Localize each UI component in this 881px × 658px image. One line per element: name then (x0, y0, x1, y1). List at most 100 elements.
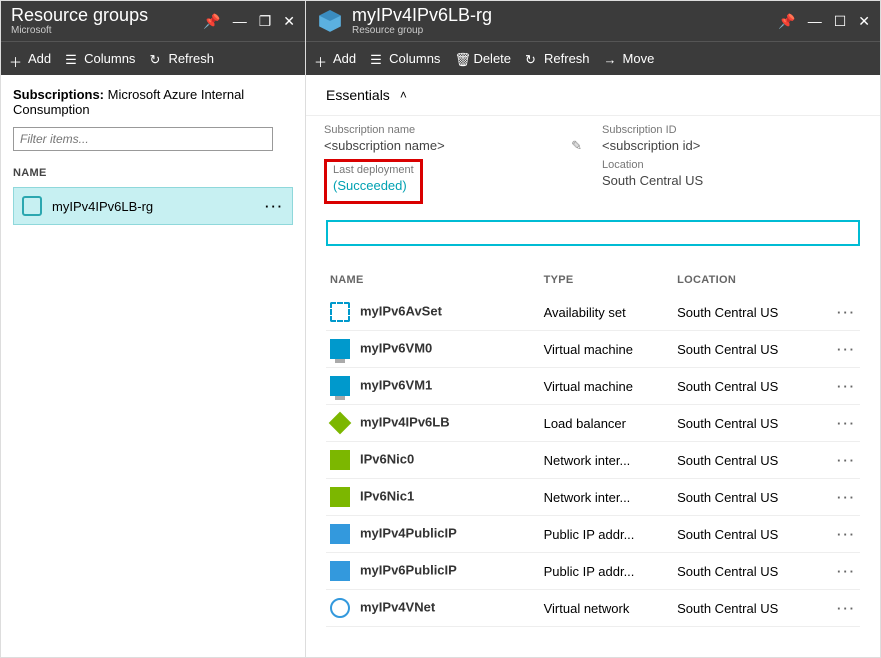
resource-location: South Central US (673, 479, 807, 516)
right-title: myIPv4IPv6LB-rg (352, 6, 492, 26)
delete-button[interactable]: 🗑Delete (454, 51, 511, 66)
refresh-button[interactable]: ↻Refresh (149, 51, 214, 66)
edit-icon[interactable]: ✎ (571, 138, 582, 154)
left-subtitle: Microsoft (11, 25, 148, 36)
table-row[interactable]: IPv6Nic1 Network inter...South Central US… (326, 479, 860, 516)
table-row[interactable]: myIPv6VM0 Virtual machineSouth Central US… (326, 331, 860, 368)
resource-name: myIPv4PublicIP (360, 525, 457, 540)
pin-icon[interactable]: 📌 (778, 13, 795, 30)
restore-icon[interactable]: ❐ (259, 13, 272, 30)
add-button[interactable]: ＋Add (9, 51, 51, 66)
table-row[interactable]: myIPv6AvSet Availability setSouth Central… (326, 294, 860, 331)
columns-button[interactable]: ☰Columns (370, 51, 440, 66)
name-column-header[interactable]: NAME (13, 167, 293, 179)
maximize-icon[interactable]: ☐ (834, 13, 847, 30)
resource-group-name: myIPv4IPv6LB-rg (52, 199, 153, 214)
resource-type: Public IP addr... (540, 516, 674, 553)
move-button[interactable]: →Move (604, 51, 655, 66)
resource-type: Virtual network (540, 590, 674, 627)
close-icon[interactable]: ✕ (283, 13, 295, 30)
context-menu-button[interactable]: ··· (807, 331, 860, 368)
resource-location: South Central US (673, 553, 807, 590)
location-value: South Central US (602, 173, 860, 188)
resource-name: myIPv4VNet (360, 599, 435, 614)
resource-group-item[interactable]: myIPv4IPv6LB-rg ··· (13, 187, 293, 225)
resource-name: IPv6Nic1 (360, 488, 414, 503)
table-row[interactable]: myIPv4VNet Virtual networkSouth Central U… (326, 590, 860, 627)
last-deployment-value[interactable]: (Succeeded) (333, 178, 414, 193)
right-titlebar: myIPv4IPv6LB-rg Resource group 📌 — ☐ ✕ (306, 1, 880, 41)
resource-name: myIPv6PublicIP (360, 562, 457, 577)
nic-icon (330, 450, 350, 470)
vnet-icon (330, 598, 350, 618)
resource-location: South Central US (673, 331, 807, 368)
resource-location: South Central US (673, 405, 807, 442)
context-menu-button[interactable]: ··· (807, 442, 860, 479)
table-row[interactable]: myIPv6PublicIP Public IP addr...South Cen… (326, 553, 860, 590)
context-menu-button[interactable]: ··· (265, 199, 284, 214)
resource-type: Virtual machine (540, 368, 674, 405)
location-label: Location (602, 159, 860, 171)
context-menu-button[interactable]: ··· (807, 590, 860, 627)
resource-groups-panel: Resource groups Microsoft 📌 — ❐ ✕ ＋Add ☰… (1, 1, 306, 657)
resource-type: Public IP addr... (540, 553, 674, 590)
subscription-name-label: Subscription name (324, 124, 582, 136)
resource-name: myIPv6VM1 (360, 377, 432, 392)
minimize-icon[interactable]: — (233, 13, 247, 29)
resource-name: myIPv6VM0 (360, 340, 432, 355)
context-menu-button[interactable]: ··· (807, 553, 860, 590)
vm-icon (330, 376, 350, 396)
essentials-toggle[interactable]: Essentials ˄ (306, 75, 880, 116)
right-subtitle: Resource group (352, 25, 492, 36)
last-deployment-highlight: Last deployment (Succeeded) (324, 159, 423, 204)
resource-type: Network inter... (540, 479, 674, 516)
subscription-id-value[interactable]: <subscription id> (602, 138, 860, 153)
resource-type: Virtual machine (540, 331, 674, 368)
pip-icon (330, 561, 350, 581)
resource-location: South Central US (673, 294, 807, 331)
filter-input[interactable] (13, 127, 273, 151)
context-menu-button[interactable]: ··· (807, 479, 860, 516)
resource-name: myIPv6AvSet (360, 303, 442, 318)
left-titlebar: Resource groups Microsoft 📌 — ❐ ✕ (1, 1, 305, 41)
lb-icon (329, 412, 352, 435)
resource-name: IPv6Nic0 (360, 451, 414, 466)
minimize-icon[interactable]: — (808, 13, 822, 29)
col-name[interactable]: NAME (326, 266, 540, 294)
table-row[interactable]: IPv6Nic0 Network inter...South Central US… (326, 442, 860, 479)
pin-icon[interactable]: 📌 (203, 13, 220, 30)
essentials-section: Subscription name <subscription name> ✎ … (306, 116, 880, 216)
chevron-up-icon: ˄ (400, 88, 407, 102)
table-row[interactable]: myIPv4IPv6LB Load balancerSouth Central U… (326, 405, 860, 442)
close-icon[interactable]: ✕ (858, 13, 870, 30)
resource-location: South Central US (673, 590, 807, 627)
nic-icon (330, 487, 350, 507)
resource-location: South Central US (673, 442, 807, 479)
resource-group-icon (22, 196, 42, 216)
add-button[interactable]: ＋Add (314, 51, 356, 66)
col-location[interactable]: LOCATION (673, 266, 807, 294)
resource-group-blade-icon (316, 7, 344, 35)
table-row[interactable]: myIPv4PublicIP Public IP addr...South Cen… (326, 516, 860, 553)
context-menu-button[interactable]: ··· (807, 368, 860, 405)
resource-type: Availability set (540, 294, 674, 331)
resource-name: myIPv4IPv6LB (360, 414, 450, 429)
context-menu-button[interactable]: ··· (807, 294, 860, 331)
subscription-name-value[interactable]: <subscription name> (324, 138, 445, 153)
table-row[interactable]: myIPv6VM1 Virtual machineSouth Central US… (326, 368, 860, 405)
context-menu-button[interactable]: ··· (807, 405, 860, 442)
resource-filter-input[interactable] (326, 220, 860, 246)
last-deployment-label: Last deployment (333, 164, 414, 176)
resource-location: South Central US (673, 368, 807, 405)
subscriptions-filter[interactable]: Subscriptions: Microsoft Azure Internal … (13, 87, 293, 117)
left-title: Resource groups (11, 6, 148, 26)
refresh-button[interactable]: ↻Refresh (525, 51, 590, 66)
resource-location: South Central US (673, 516, 807, 553)
col-type[interactable]: TYPE (540, 266, 674, 294)
resource-type: Load balancer (540, 405, 674, 442)
right-toolbar: ＋Add ☰Columns 🗑Delete ↻Refresh →Move (306, 41, 880, 75)
left-toolbar: ＋Add ☰Columns ↻Refresh (1, 41, 305, 75)
resource-type: Network inter... (540, 442, 674, 479)
context-menu-button[interactable]: ··· (807, 516, 860, 553)
columns-button[interactable]: ☰Columns (65, 51, 135, 66)
